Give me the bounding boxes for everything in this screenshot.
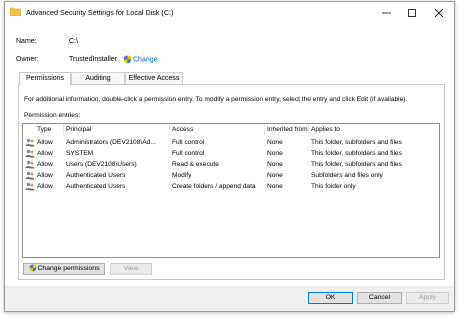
cancel-button[interactable]: Cancel (357, 292, 402, 304)
close-button[interactable] (427, 2, 451, 23)
cell-type: Allow (37, 172, 53, 179)
cell-principal: Administrators (DEV2108\Ad... (66, 139, 156, 146)
tab-auditing[interactable]: Auditing (71, 72, 125, 84)
cell-type: Allow (37, 161, 53, 168)
cell-principal: SYSTEM (66, 150, 94, 157)
close-icon (435, 8, 443, 17)
cell-access: Create folders / append data (172, 183, 256, 190)
user-group-icon (25, 182, 35, 191)
apply-button[interactable]: Apply (406, 292, 449, 304)
cell-inherited-from: None (267, 161, 283, 168)
permissions-panel: For additional information, double-click… (18, 84, 445, 280)
title-bar[interactable]: Advanced Security Settings for Local Dis… (5, 2, 454, 23)
cell-applies-to: This folder, subfolders and files (311, 139, 402, 146)
column-applies-to[interactable]: Applies to (311, 126, 340, 133)
cell-applies-to: This folder only (311, 183, 356, 190)
cell-type: Allow (37, 139, 53, 146)
shield-icon (123, 55, 132, 64)
maximize-button[interactable] (400, 2, 424, 23)
cell-inherited-from: None (267, 172, 283, 179)
minimize-button[interactable] (374, 2, 398, 23)
shield-icon (29, 264, 36, 272)
cell-access: Full control (172, 139, 205, 146)
user-group-icon (25, 149, 35, 158)
name-value: C:\ (69, 38, 78, 45)
table-row[interactable]: Allow Authenticated Users Modify None Su… (23, 170, 439, 181)
cell-inherited-from: None (267, 183, 283, 190)
cell-access: Read & execute (172, 161, 219, 168)
footer-bar: OK Cancel Apply (5, 286, 454, 311)
permission-entries-list[interactable]: Type Principal Access Inherited from App… (22, 123, 440, 258)
minimize-icon (381, 12, 391, 14)
window-title: Advanced Security Settings for Local Dis… (26, 8, 174, 17)
change-owner-link[interactable]: Change (123, 55, 158, 64)
cell-applies-to: This folder, subfolders and files (311, 161, 402, 168)
cell-type: Allow (37, 183, 53, 190)
table-row[interactable]: Allow SYSTEM Full control None This fold… (23, 148, 439, 159)
column-header-row: Type Principal Access Inherited from App… (23, 124, 439, 135)
user-group-icon (25, 138, 35, 147)
cell-principal: Authenticated Users (66, 172, 126, 179)
ok-button[interactable]: OK (308, 292, 353, 304)
cell-access: Modify (172, 172, 192, 179)
column-access[interactable]: Access (172, 126, 193, 133)
table-row[interactable]: Allow Administrators (DEV2108\Ad... Full… (23, 137, 439, 148)
column-inherited-from[interactable]: Inherited from (267, 126, 308, 133)
column-type[interactable]: Type (37, 126, 51, 133)
cell-principal: Authenticated Users (66, 183, 126, 190)
info-text: For additional information, double-click… (24, 96, 408, 103)
cell-applies-to: This folder, subfolders and files (311, 150, 402, 157)
tab-effective-access[interactable]: Effective Access (125, 72, 183, 84)
cell-access: Full control (172, 150, 205, 157)
cell-inherited-from: None (267, 150, 283, 157)
security-settings-window: Advanced Security Settings for Local Dis… (4, 1, 455, 312)
tab-permissions[interactable]: Permissions (19, 72, 71, 85)
change-permissions-label: Change permissions (37, 265, 100, 272)
maximize-icon (408, 8, 416, 17)
owner-value: TrustedInstaller (69, 56, 117, 63)
change-permissions-button[interactable]: Change permissions (23, 263, 105, 275)
user-group-icon (25, 171, 35, 180)
table-row[interactable]: Allow Authenticated Users Create folders… (23, 181, 439, 192)
permission-entries-label: Permission entries: (24, 112, 81, 119)
name-label: Name: (16, 38, 37, 45)
cell-applies-to: Subfolders and files only (311, 172, 383, 179)
view-button[interactable]: View (110, 263, 152, 275)
owner-label: Owner: (16, 56, 39, 63)
user-group-icon (25, 160, 35, 169)
change-owner-link-text[interactable]: Change (133, 56, 158, 63)
cell-principal: Users (DEV2108\Users) (66, 161, 137, 168)
column-principal[interactable]: Principal (66, 126, 91, 133)
folder-icon (10, 7, 21, 16)
table-row[interactable]: Allow Users (DEV2108\Users) Read & execu… (23, 159, 439, 170)
cell-type: Allow (37, 150, 53, 157)
cell-inherited-from: None (267, 139, 283, 146)
